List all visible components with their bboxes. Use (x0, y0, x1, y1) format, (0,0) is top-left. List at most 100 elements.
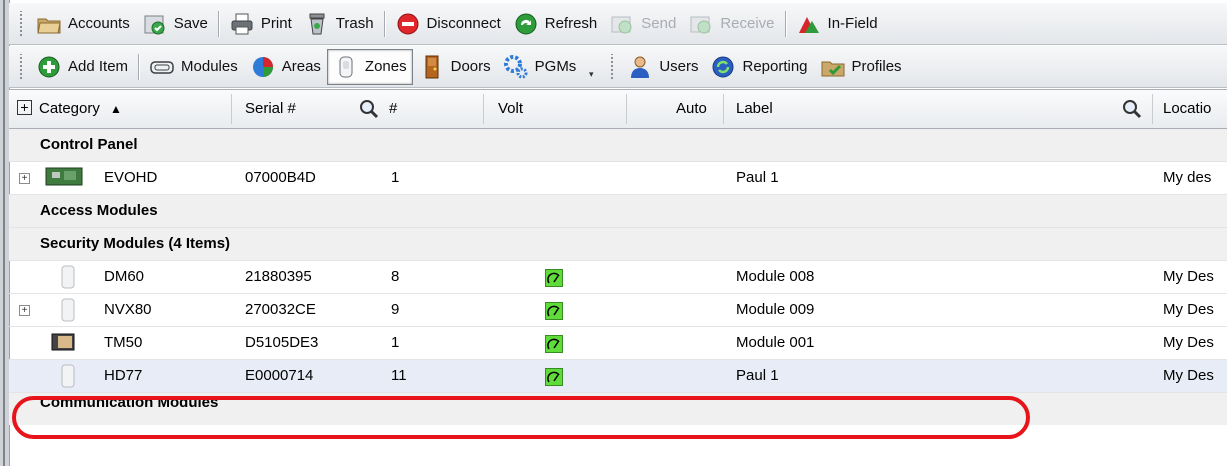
trash-button[interactable]: Trash (298, 7, 380, 41)
module-location: My Des (1163, 367, 1214, 384)
module-label: Module 009 (736, 301, 815, 318)
module-icon (149, 54, 175, 80)
detector-device-icon (61, 298, 75, 326)
save-button[interactable]: Save (136, 7, 214, 41)
disconnect-label: Disconnect (426, 15, 501, 32)
column-header-auto[interactable]: Auto (676, 90, 707, 128)
expand-all-icon[interactable]: + (17, 90, 32, 128)
serial-number: D5105DE3 (245, 334, 319, 351)
accounts-label: Accounts (68, 15, 130, 32)
detector-device-icon (61, 265, 75, 293)
send-button[interactable]: Send (603, 7, 682, 41)
modules-grid: + Category ▲ Serial # # Volt Auto Label … (9, 89, 1227, 425)
refresh-label: Refresh (544, 15, 598, 32)
receive-label: Receive (720, 15, 775, 32)
serial-number: 07000B4D (245, 169, 316, 186)
reporting-button[interactable]: Reporting (704, 50, 813, 84)
save-label: Save (173, 15, 208, 32)
module-number: 1 (391, 334, 400, 351)
print-button[interactable]: Print (223, 7, 298, 41)
in-field-label: In-Field (827, 15, 878, 32)
table-row[interactable]: DM60 21880395 8 Module 008 My Des (9, 261, 1227, 294)
column-header-label[interactable]: Label (736, 90, 773, 128)
column-divider[interactable] (723, 94, 724, 124)
group-label: Control Panel (40, 136, 138, 153)
voltage-gauge-icon (545, 269, 563, 287)
label-search-icon[interactable] (1122, 99, 1142, 119)
grid-header: + Category ▲ Serial # # Volt Auto Label … (9, 89, 1227, 129)
receive-button[interactable]: Receive (682, 7, 780, 41)
refresh-icon (513, 11, 539, 37)
touchscreen-keypad-icon (51, 331, 75, 357)
pgms-button[interactable]: PGMs (497, 50, 583, 84)
module-location: My Des (1163, 268, 1214, 285)
add-item-label: Add Item (68, 58, 129, 75)
items-toolbar: Add Item Modules Areas Zones Doors PGMs … (9, 46, 1227, 88)
column-header-category[interactable]: Category ▲ (39, 90, 122, 128)
areas-button[interactable]: Areas (244, 50, 327, 84)
toolbar-grip[interactable] (17, 53, 25, 80)
group-row-communication-modules[interactable]: Communication Modules (9, 393, 1227, 425)
zone-sensor-icon (333, 54, 359, 80)
voltage-gauge-icon (545, 335, 563, 353)
group-row-access-modules[interactable]: Access Modules (9, 195, 1227, 228)
save-icon (142, 11, 168, 37)
profiles-label: Profiles (851, 58, 902, 75)
add-item-button[interactable]: Add Item (30, 50, 134, 84)
in-field-icon (796, 11, 822, 37)
expand-row-icon[interactable]: + (19, 305, 30, 316)
reporting-icon (710, 54, 736, 80)
refresh-button[interactable]: Refresh (507, 7, 604, 41)
table-row[interactable]: + NVX80 270032CE 9 Module 009 My Des (9, 294, 1227, 327)
disconnect-button[interactable]: Disconnect (389, 7, 507, 41)
column-header-location[interactable]: Locatio (1163, 90, 1211, 128)
modules-button[interactable]: Modules (143, 50, 244, 84)
voltage-gauge-icon (545, 368, 563, 386)
column-header-number[interactable]: # (389, 90, 397, 128)
zones-label: Zones (364, 58, 407, 75)
toolbar-separator (784, 10, 786, 37)
send-label: Send (641, 15, 677, 32)
module-location: My des (1163, 169, 1212, 186)
column-header-serial[interactable]: Serial # (245, 90, 296, 128)
accounts-button[interactable]: Accounts (30, 7, 136, 41)
print-label: Print (260, 15, 292, 32)
group-row-control-panel[interactable]: Control Panel (9, 129, 1227, 162)
module-label: Module 008 (736, 268, 815, 285)
toolbar-separator (217, 10, 219, 37)
toolbar-grip[interactable] (608, 53, 617, 80)
column-divider[interactable] (1152, 94, 1153, 124)
profiles-button[interactable]: Profiles (814, 50, 908, 84)
doors-button[interactable]: Doors (413, 50, 497, 84)
module-name: DM60 (104, 268, 145, 285)
module-number: 9 (391, 301, 400, 318)
serial-number: 270032CE (245, 301, 316, 318)
in-field-button[interactable]: In-Field (790, 7, 884, 41)
user-icon (627, 54, 653, 80)
module-label: Paul 1 (736, 367, 779, 384)
expand-row-icon[interactable]: + (19, 173, 30, 184)
module-label: Module 001 (736, 334, 815, 351)
users-label: Users (659, 58, 699, 75)
table-row[interactable]: TM50 D5105DE3 1 Module 001 My Des (9, 327, 1227, 360)
group-row-security-modules[interactable]: Security Modules (4 Items) (9, 228, 1227, 261)
send-icon (609, 11, 635, 37)
serial-search-icon[interactable] (359, 99, 379, 119)
users-button[interactable]: Users (621, 50, 704, 84)
receive-icon (688, 11, 714, 37)
column-header-volt[interactable]: Volt (498, 90, 523, 128)
module-number: 11 (391, 367, 407, 384)
toolbar-grip[interactable] (17, 10, 25, 37)
column-divider[interactable] (483, 94, 484, 124)
column-divider[interactable] (231, 94, 232, 124)
column-divider[interactable] (626, 94, 627, 124)
toolbar-overflow-chevron[interactable]: ▾ (586, 54, 596, 80)
voltage-gauge-icon (545, 302, 563, 320)
profiles-icon (820, 54, 846, 80)
zones-button[interactable]: Zones (326, 48, 413, 85)
module-location: My Des (1163, 301, 1214, 318)
table-row[interactable]: + EVOHD 07000B4D 1 Paul 1 My des (9, 162, 1227, 195)
reporting-label: Reporting (742, 58, 808, 75)
disconnect-icon (395, 11, 421, 37)
pgms-label: PGMs (534, 58, 577, 75)
